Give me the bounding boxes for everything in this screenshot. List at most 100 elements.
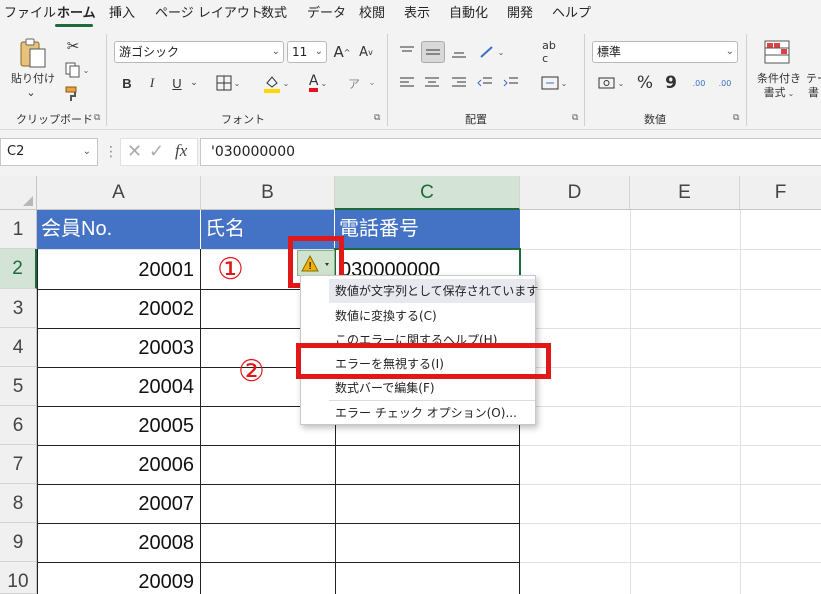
cancel-icon[interactable]: ✕ xyxy=(127,141,142,162)
merge-center-icon[interactable]: ⌄ xyxy=(536,72,572,94)
row-header-8[interactable]: 8 xyxy=(0,484,37,523)
menu-developer[interactable]: 開発 xyxy=(507,4,533,24)
group-divider xyxy=(584,34,585,126)
row-header-6[interactable]: 6 xyxy=(0,406,37,445)
number-launcher-icon[interactable]: ⧉ xyxy=(733,113,739,123)
menu-page-layout[interactable]: ページ レイアウト xyxy=(155,4,263,24)
row-header-3[interactable]: 3 xyxy=(0,289,37,328)
decrease-font-size-button[interactable]: Av xyxy=(356,41,376,63)
column-header-b[interactable]: B xyxy=(201,176,335,210)
wrap-text-icon[interactable]: ab c xyxy=(538,39,560,65)
column-header-e[interactable]: E xyxy=(630,176,740,210)
orientation-icon[interactable]: ⌄ xyxy=(474,41,508,63)
cell-a10[interactable]: 20009 xyxy=(38,563,200,594)
decrease-decimal-button[interactable]: .00 xyxy=(714,72,736,94)
align-top-icon[interactable] xyxy=(396,41,418,63)
phonetic-dropdown-icon[interactable]: ⌄ xyxy=(366,72,378,94)
paste-dropdown-icon[interactable]: ⌄ xyxy=(26,86,36,100)
menu-item-edit-in-formula-bar[interactable]: 数式バーで編集(F) xyxy=(329,376,535,400)
cell-a4[interactable]: 20003 xyxy=(38,329,200,367)
fill-color-button[interactable]: ⌄ xyxy=(256,72,296,94)
align-center-icon[interactable] xyxy=(421,72,443,94)
percent-button[interactable]: % xyxy=(634,72,656,94)
cell-a5[interactable]: 20004 xyxy=(38,368,200,406)
cut-icon[interactable]: ✂ xyxy=(62,36,84,56)
alignment-launcher-icon[interactable]: ⧉ xyxy=(572,113,578,123)
font-color-button[interactable]: A ⌄ xyxy=(300,72,336,94)
paste-button-label[interactable]: 貼り付け xyxy=(6,72,60,86)
cell-a9[interactable]: 20008 xyxy=(38,524,200,562)
menu-item-convert-to-number[interactable]: 数値に変換する(C) xyxy=(329,304,535,328)
increase-decimal-button[interactable]: .00 xyxy=(688,72,710,94)
bold-button[interactable]: B xyxy=(118,72,136,94)
cell-a8[interactable]: 20007 xyxy=(38,485,200,523)
menu-file[interactable]: ファイル xyxy=(4,4,56,24)
row-header-1[interactable]: 1 xyxy=(0,210,37,249)
cell-a3[interactable]: 20002 xyxy=(38,290,200,328)
table-border xyxy=(200,249,201,594)
select-all-corner[interactable] xyxy=(0,176,37,210)
font-size-select[interactable]: 11 ⌄ xyxy=(287,41,327,63)
name-box[interactable]: C2 ⌄ xyxy=(0,138,98,166)
italic-button[interactable]: I xyxy=(143,72,161,94)
menu-help[interactable]: ヘルプ xyxy=(552,4,591,24)
decrease-indent-icon[interactable] xyxy=(474,72,496,94)
cell-a7[interactable]: 20006 xyxy=(38,446,200,484)
format-painter-icon[interactable] xyxy=(62,84,84,104)
phonetic-icon[interactable]: ア xyxy=(344,72,364,94)
highlight-box-ignore-error xyxy=(296,343,551,379)
clipboard-group-label: クリップボード xyxy=(16,113,93,126)
underline-button[interactable]: U xyxy=(168,72,186,94)
conditional-format-label[interactable]: 条件付き xyxy=(754,72,804,86)
clipboard-launcher-icon[interactable]: ⧉ xyxy=(94,113,100,123)
cell-a6[interactable]: 20005 xyxy=(38,407,200,445)
accounting-format-icon[interactable]: ⌄ xyxy=(594,72,628,94)
number-format-select[interactable]: 標準 ⌄ xyxy=(592,41,738,63)
row-header-7[interactable]: 7 xyxy=(0,445,37,484)
conditional-format-icon[interactable] xyxy=(762,38,792,66)
align-bottom-icon[interactable] xyxy=(448,41,470,63)
row-header-5[interactable]: 5 xyxy=(0,367,37,406)
menu-insert[interactable]: 挿入 xyxy=(109,4,135,24)
row-header-9[interactable]: 9 xyxy=(0,523,37,562)
row-header-2[interactable]: 2 xyxy=(0,249,37,289)
menu-home[interactable]: ホーム xyxy=(57,4,96,24)
increase-font-size-button[interactable]: A ^ xyxy=(332,41,352,63)
align-middle-icon[interactable] xyxy=(421,41,445,63)
underline-dropdown-icon[interactable]: ⌄ xyxy=(188,72,200,94)
column-header-f[interactable]: F xyxy=(740,176,821,210)
menu-automate[interactable]: 自動化 xyxy=(449,4,488,24)
align-right-icon[interactable] xyxy=(448,72,470,94)
row-header-4[interactable]: 4 xyxy=(0,328,37,367)
menu-review[interactable]: 校閲 xyxy=(359,4,385,24)
menu-view[interactable]: 表示 xyxy=(404,4,430,24)
menu-formulas[interactable]: 数式 xyxy=(261,4,287,24)
cell-a1[interactable]: 会員No. xyxy=(37,210,201,249)
conditional-format-label-2[interactable]: 書式 ⌄ xyxy=(754,86,804,101)
formula-input[interactable]: '030000000 xyxy=(200,138,821,166)
align-left-icon[interactable] xyxy=(396,72,418,94)
format-as-table-label-2[interactable]: 書 xyxy=(808,86,821,100)
enter-check-icon[interactable]: ✓ xyxy=(149,141,164,162)
menu-data[interactable]: データ xyxy=(307,4,346,24)
formula-controls: ✕ ✓ fx xyxy=(120,138,198,166)
font-launcher-icon[interactable]: ⧉ xyxy=(374,113,380,123)
gridline xyxy=(630,210,631,594)
insert-function-button[interactable]: fx xyxy=(175,141,187,161)
format-as-table-label[interactable]: テー xyxy=(806,72,821,86)
borders-button[interactable]: ⌄ xyxy=(210,72,246,94)
font-name-select[interactable]: 游ゴシック ⌄ xyxy=(114,41,284,63)
menu-item-error-check-options[interactable]: エラー チェック オプション(O)... xyxy=(329,401,535,425)
paste-icon[interactable] xyxy=(14,36,52,70)
row-header-10[interactable]: 10 xyxy=(0,562,37,594)
column-header-c[interactable]: C xyxy=(335,176,520,210)
copy-icon[interactable]: ⌄ xyxy=(62,60,92,80)
annotation-marker-2: ② xyxy=(238,354,265,389)
column-header-a[interactable]: A xyxy=(37,176,201,210)
decrease-font-label: A xyxy=(359,44,369,60)
column-header-d[interactable]: D xyxy=(520,176,630,210)
comma-style-button[interactable]: 9 xyxy=(660,72,682,94)
increase-indent-icon[interactable] xyxy=(500,72,522,94)
cell-c1[interactable]: 電話番号 xyxy=(335,210,520,249)
cell-a2[interactable]: 20001 xyxy=(38,250,200,289)
